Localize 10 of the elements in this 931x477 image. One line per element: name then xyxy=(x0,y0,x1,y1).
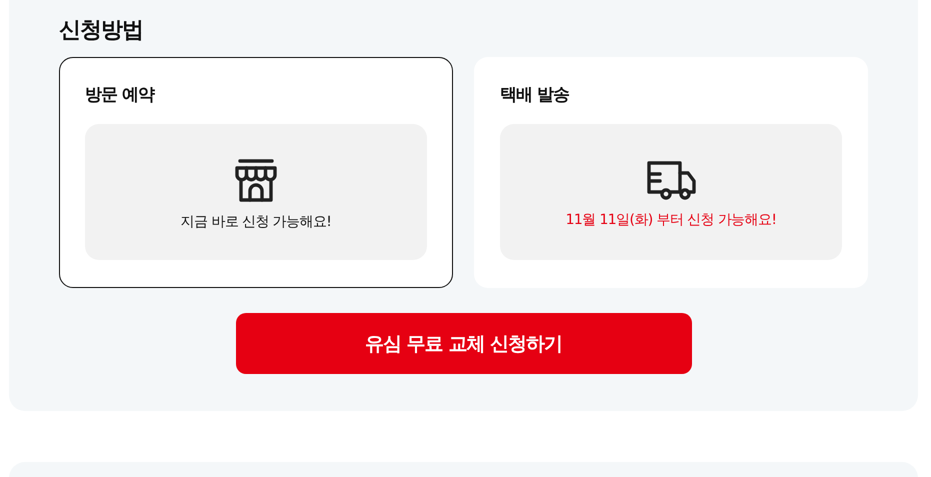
apply-button[interactable]: 유심 무료 교체 신청하기 xyxy=(236,313,692,374)
method-card[interactable]: 방문 예약 지금 바로 신청 가능해요! xyxy=(59,57,453,288)
section-title: 신청방법 xyxy=(59,17,144,45)
truck-icon xyxy=(646,159,696,201)
card-title: 방문 예약 xyxy=(85,84,156,107)
card-title: 택배 발송 xyxy=(500,84,570,107)
method-card[interactable]: 택배 발송 11월 11일(화) 부터 신청 가능해요! xyxy=(474,57,868,288)
availability-note: 지금 바로 신청 가능해요! xyxy=(180,213,332,231)
availability-note: 11월 11일(화) 부터 신청 가능해요! xyxy=(566,211,776,229)
store-icon xyxy=(233,157,279,203)
